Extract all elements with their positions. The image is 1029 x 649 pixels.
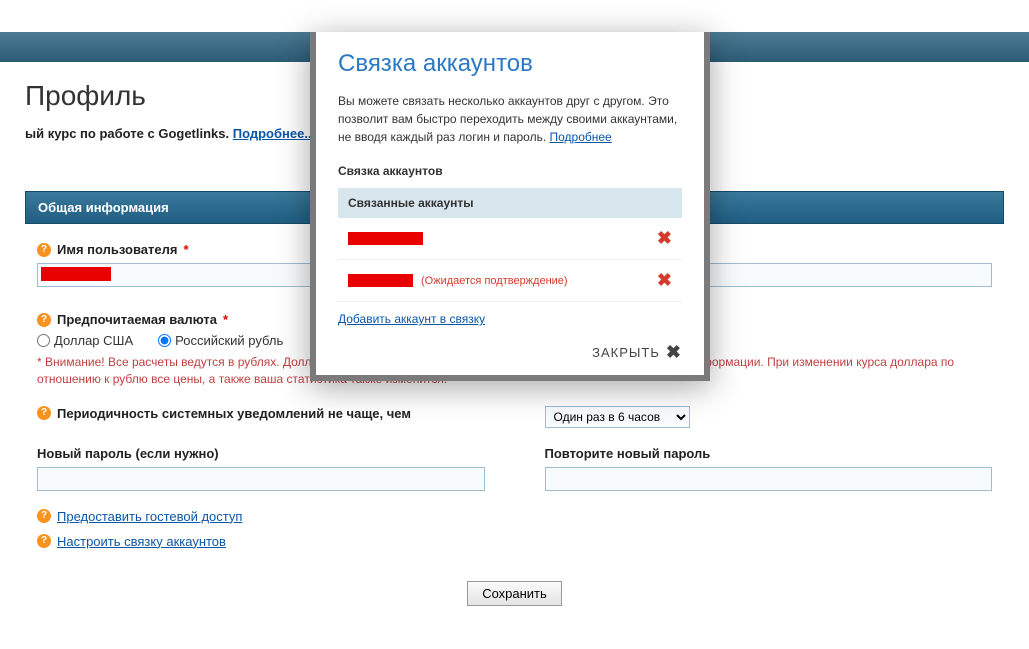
modal-close-button[interactable]: ЗАКРЫТЬ ✖ bbox=[338, 342, 682, 363]
save-button-wrap: Сохранить bbox=[25, 581, 1004, 616]
account-pending-status: (Ожидается подтверждение) bbox=[421, 275, 568, 287]
currency-label: Предпочитаемая валюта bbox=[57, 312, 217, 327]
password-repeat-input[interactable] bbox=[545, 467, 993, 491]
password-row: Новый пароль (если нужно) Повторите новы… bbox=[37, 446, 992, 491]
notify-row: ? Периодичность системных уведомлений не… bbox=[37, 406, 992, 428]
account-name-redacted bbox=[348, 274, 413, 287]
account-row: ✖ bbox=[338, 218, 682, 260]
currency-rub-radio[interactable] bbox=[158, 334, 171, 347]
close-icon: ✖ bbox=[666, 342, 682, 363]
guest-access-row: ? Предоставить гостевой доступ bbox=[37, 509, 992, 524]
help-icon[interactable]: ? bbox=[37, 313, 51, 327]
help-icon[interactable]: ? bbox=[37, 534, 51, 548]
link-accounts-modal: Связка аккаунтов Вы можете связать неско… bbox=[310, 32, 710, 381]
notify-frequency-select[interactable]: Один раз в 6 часов bbox=[545, 406, 690, 428]
help-icon[interactable]: ? bbox=[37, 243, 51, 257]
delete-account-icon[interactable]: ✖ bbox=[657, 270, 672, 291]
help-icon[interactable]: ? bbox=[37, 406, 51, 420]
required-marker: * bbox=[223, 312, 228, 327]
course-text: ый курс по работе с Gogetlinks. bbox=[25, 126, 233, 141]
modal-title: Связка аккаунтов bbox=[338, 50, 682, 78]
add-account-link[interactable]: Добавить аккаунт в связку bbox=[338, 312, 485, 326]
notify-label: Периодичность системных уведомлений не ч… bbox=[57, 406, 411, 421]
help-icon[interactable]: ? bbox=[37, 509, 51, 523]
delete-account-icon[interactable]: ✖ bbox=[657, 228, 672, 249]
currency-rub-option[interactable]: Российский рубль bbox=[158, 333, 283, 348]
currency-usd-radio[interactable] bbox=[37, 334, 50, 347]
password-repeat-label: Повторите новый пароль bbox=[545, 446, 711, 461]
currency-usd-option[interactable]: Доллар США bbox=[37, 333, 133, 348]
account-name-redacted bbox=[348, 232, 423, 245]
guest-access-link[interactable]: Предоставить гостевой доступ bbox=[57, 509, 242, 524]
modal-description: Вы можете связать несколько аккаунтов др… bbox=[338, 92, 682, 146]
course-more-link[interactable]: Подробнее... bbox=[233, 126, 315, 141]
modal-more-link[interactable]: Подробнее bbox=[550, 130, 612, 144]
modal-subtitle: Связка аккаунтов bbox=[338, 164, 682, 178]
username-label: Имя пользователя bbox=[57, 242, 177, 257]
account-row: (Ожидается подтверждение) ✖ bbox=[338, 260, 682, 302]
link-accounts-link[interactable]: Настроить связку аккаунтов bbox=[57, 534, 226, 549]
required-marker: * bbox=[183, 242, 188, 257]
password-new-input[interactable] bbox=[37, 467, 485, 491]
accounts-table-header: Связанные аккаунты bbox=[338, 188, 682, 218]
link-accounts-row: ? Настроить связку аккаунтов bbox=[37, 534, 992, 549]
password-new-label: Новый пароль (если нужно) bbox=[37, 446, 219, 461]
save-button[interactable]: Сохранить bbox=[467, 581, 562, 606]
